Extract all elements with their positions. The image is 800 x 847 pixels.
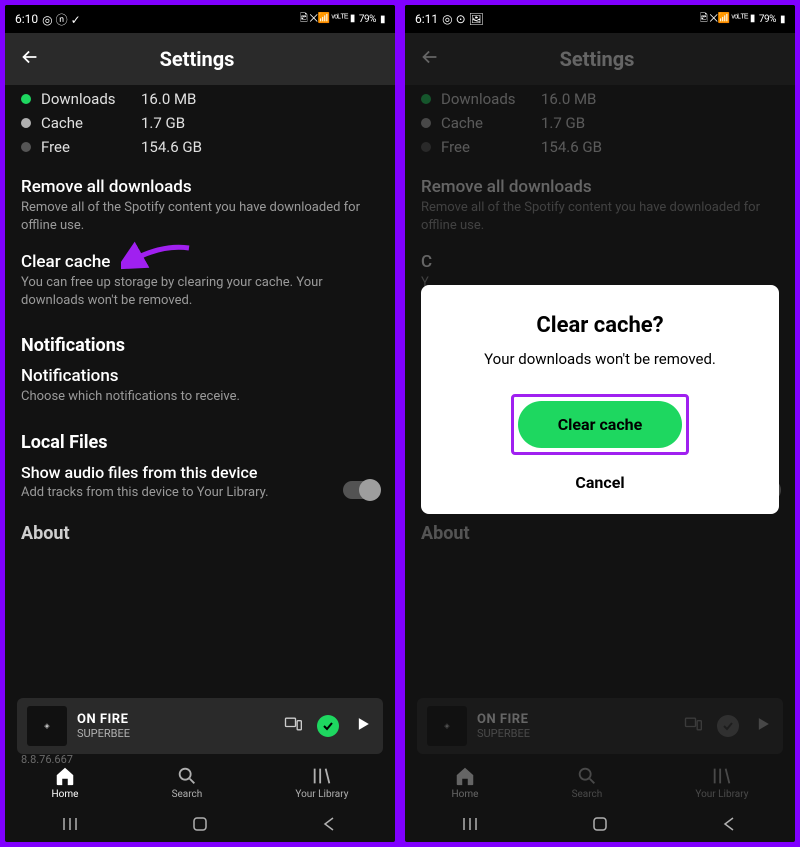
battery-percent: 79% (359, 14, 376, 25)
tab-library: Your Library (695, 765, 748, 800)
battery-percent: 79% (759, 14, 776, 25)
storage-downloads-value: 16.0 MB (141, 90, 196, 108)
show-audio-files-title: Show audio files from this device (21, 463, 343, 482)
android-nav-bar (405, 810, 795, 842)
storage-cache-label: Cache (41, 114, 131, 132)
clear-cache-sub: You can free up storage by clearing your… (21, 274, 379, 309)
tab-home: Home (452, 765, 479, 800)
tab-home-label: Home (52, 789, 79, 800)
status-icons-right: 🖻 ✕📶 ᵛᵒᴸᵀᴱ ▮ (700, 11, 755, 28)
clear-cache-title: Clear cache (21, 252, 379, 272)
play-icon[interactable] (353, 714, 373, 738)
battery-icon: ▮ (780, 14, 785, 25)
phone-left: 6:10 ◎ ⓝ ✓ 🖻 ✕📶 ᵛᵒᴸᵀᴱ ▮ 79% ▮ Settings D… (3, 3, 397, 844)
battery-icon: ▮ (380, 14, 385, 25)
tab-bar: Home Search Your Library (405, 754, 795, 810)
notifications-row[interactable]: Notifications Choose which notifications… (21, 366, 379, 406)
tab-library[interactable]: Your Library (295, 765, 348, 800)
show-audio-files-toggle[interactable] (343, 481, 379, 499)
remove-downloads-title: Remove all downloads (21, 177, 379, 197)
devices-icon[interactable] (283, 714, 303, 738)
notifications-sub: Choose which notifications to receive. (21, 388, 379, 406)
remove-downloads-row[interactable]: Remove all downloads Remove all of the S… (21, 177, 379, 234)
clear-cache-confirm-button[interactable]: Clear cache (518, 401, 683, 448)
now-playing-bar[interactable]: ◈ ON FIRE SUPERBEE (17, 698, 383, 754)
tab-search-label: Search (172, 789, 203, 800)
status-icons-right: 🖻 ✕📶 ᵛᵒᴸᵀᴱ ▮ (300, 11, 355, 28)
album-art: ◈ (427, 706, 467, 746)
now-playing-title: ON FIRE (77, 712, 283, 727)
back-nav-button[interactable] (321, 815, 339, 837)
storage-free-value: 154.6 GB (141, 138, 202, 156)
tab-library-label: Your Library (295, 789, 348, 800)
now-playing-bar: ◈ ON FIRE SUPERBEE (417, 698, 783, 754)
storage-free-label: Free (41, 138, 131, 156)
android-nav-bar (5, 810, 395, 842)
clock: 6:11 (415, 12, 438, 26)
tab-search: Search (572, 765, 603, 800)
show-audio-files-sub: Add tracks from this device to Your Libr… (21, 484, 343, 502)
storage-cache-value: 1.7 GB (141, 114, 185, 132)
dialog-message: Your downloads won't be removed. (443, 350, 757, 368)
dot-green (21, 94, 31, 104)
notifications-section-head: Notifications (21, 335, 379, 356)
storage-cache-row: Cache 1.7 GB (21, 111, 379, 135)
status-bar: 6:10 ◎ ⓝ ✓ 🖻 ✕📶 ᵛᵒᴸᵀᴱ ▮ 79% ▮ (5, 5, 395, 33)
tab-home[interactable]: Home (52, 765, 79, 800)
dot-gray (21, 118, 31, 128)
page-title: Settings (413, 47, 781, 71)
home-button[interactable] (191, 815, 209, 837)
local-files-section-head: Local Files (21, 432, 379, 453)
remove-downloads-sub: Remove all of the Spotify content you ha… (21, 199, 379, 234)
settings-header: Settings (405, 33, 795, 85)
page-title: Settings (13, 47, 381, 71)
recents-button[interactable] (461, 815, 479, 837)
clear-cache-dialog: Clear cache? Your downloads won't be rem… (421, 285, 779, 514)
downloaded-check-icon[interactable] (317, 715, 339, 737)
status-bar: 6:11 ◎ ⊙ 🖼 🖻 ✕📶 ᵛᵒᴸᵀᴱ ▮ 79% ▮ (405, 5, 795, 33)
settings-header: Settings (5, 33, 395, 85)
now-playing-artist: SUPERBEE (77, 727, 283, 740)
clear-cache-row[interactable]: Clear cache You can free up storage by c… (21, 252, 379, 309)
annotation-highlight: Clear cache (511, 394, 690, 455)
annotation-arrow-icon (121, 240, 191, 278)
show-audio-files-row[interactable]: Show audio files from this device Add tr… (21, 463, 379, 502)
recents-button[interactable] (61, 815, 79, 837)
dialog-title: Clear cache? (443, 313, 757, 338)
album-art: ◈ (27, 706, 67, 746)
notifications-title: Notifications (21, 366, 379, 386)
status-icons-left: ◎ ⓝ ✓ (42, 11, 80, 28)
clock: 6:10 (15, 12, 38, 26)
tab-search[interactable]: Search (172, 765, 203, 800)
storage-downloads-row: Downloads 16.0 MB (21, 87, 379, 111)
phone-right: 6:11 ◎ ⊙ 🖼 🖻 ✕📶 ᵛᵒᴸᵀᴱ ▮ 79% ▮ Settings D… (403, 3, 797, 844)
back-nav-button[interactable] (721, 815, 739, 837)
cancel-button[interactable]: Cancel (443, 473, 757, 492)
about-section-peek: About (21, 523, 379, 544)
storage-free-row: Free 154.6 GB (21, 135, 379, 159)
status-icons-left: ◎ ⊙ 🖼 (442, 12, 484, 26)
devices-icon (683, 714, 703, 738)
tab-bar: Home Search Your Library (5, 754, 395, 810)
dot-dark (21, 142, 31, 152)
storage-downloads-label: Downloads (41, 90, 131, 108)
home-button[interactable] (591, 815, 609, 837)
downloaded-check-icon (717, 715, 739, 737)
play-icon (753, 714, 773, 738)
